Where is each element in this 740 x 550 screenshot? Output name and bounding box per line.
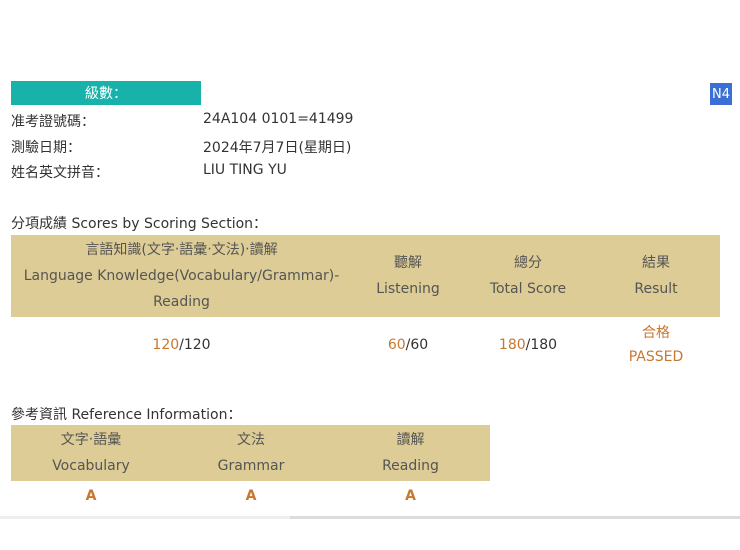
score-value: 120 [152,337,180,353]
name-value: LIU TING YU [203,162,287,178]
scores-row: 120/120 60/60 180/180 合格 PASSED [11,317,720,373]
scores-section-title: 分項成績 Scores by Scoring Section： [11,216,268,232]
header-en: Reading [382,458,439,474]
header-result: 結果 Result [592,235,720,317]
score-total: 180/180 [464,317,592,373]
grade-grammar: A [245,488,257,504]
score-language-knowledge: 120/120 [11,317,352,373]
header-listening: 聽解 Listening [352,235,464,317]
level-label-bar: 級數： [11,81,201,105]
header-language-knowledge: 言語知識(文字‧語彙‧文法)‧讀解 Language Knowledge(Voc… [11,235,352,317]
header-zh: 總分 [514,255,542,271]
level-label: 級數： [85,86,127,102]
score-listening: 60/60 [352,317,464,373]
result-zh: 合格 [642,325,670,341]
header-zh: 聽解 [394,255,422,271]
exam-number-label: 准考證號碼： [11,114,95,130]
page-divider [0,516,290,519]
header-en: Grammar [217,458,285,474]
reference-grades-row: A A A [11,481,490,511]
header-en: Result [634,281,678,297]
score-value: 180 [498,337,526,353]
header-en: Language Knowledge(Vocabulary/Grammar)-R… [23,268,340,310]
grade-reading: A [405,488,416,504]
header-reading: 讀解 Reading [331,425,490,481]
header-en: Listening [376,281,440,297]
level-badge: N4 [710,83,732,105]
scores-header-row: 言語知識(文字‧語彙‧文法)‧讀解 Language Knowledge(Voc… [11,235,720,317]
reference-section-title: 參考資訊 Reference Information： [11,407,242,423]
header-zh: 讀解 [396,432,425,448]
header-zh: 結果 [642,255,670,271]
result-cell: 合格 PASSED [592,317,720,373]
header-grammar: 文法 Grammar [171,425,331,481]
score-value: 60 [387,337,406,353]
score-max: /180 [525,337,558,353]
reference-header-row: 文字‧語彙 Vocabulary 文法 Grammar 讀解 Reading [11,425,490,481]
scores-table: 言語知識(文字‧語彙‧文法)‧讀解 Language Knowledge(Voc… [11,235,720,373]
header-zh: 文字‧語彙 [60,432,122,448]
test-date-value: 2024年7月7日(星期日) [203,140,352,156]
header-en: Total Score [489,281,567,297]
grade-vocabulary: A [85,488,97,504]
header-total-score: 總分 Total Score [464,235,592,317]
header-en: Vocabulary [52,458,130,474]
score-max: /60 [405,337,429,353]
header-vocabulary: 文字‧語彙 Vocabulary [11,425,171,481]
exam-number-value: 24A104 0101=41499 [203,111,354,127]
header-zh: 文法 [237,432,265,448]
page-divider [290,516,740,519]
name-label: 姓名英文拼音： [11,165,109,181]
reference-table: 文字‧語彙 Vocabulary 文法 Grammar 讀解 Reading A… [11,425,490,511]
header-zh: 言語知識(文字‧語彙‧文法)‧讀解 [85,242,278,258]
test-date-label: 測驗日期： [11,140,81,156]
result-en: PASSED [628,349,684,365]
score-max: /120 [179,337,211,353]
